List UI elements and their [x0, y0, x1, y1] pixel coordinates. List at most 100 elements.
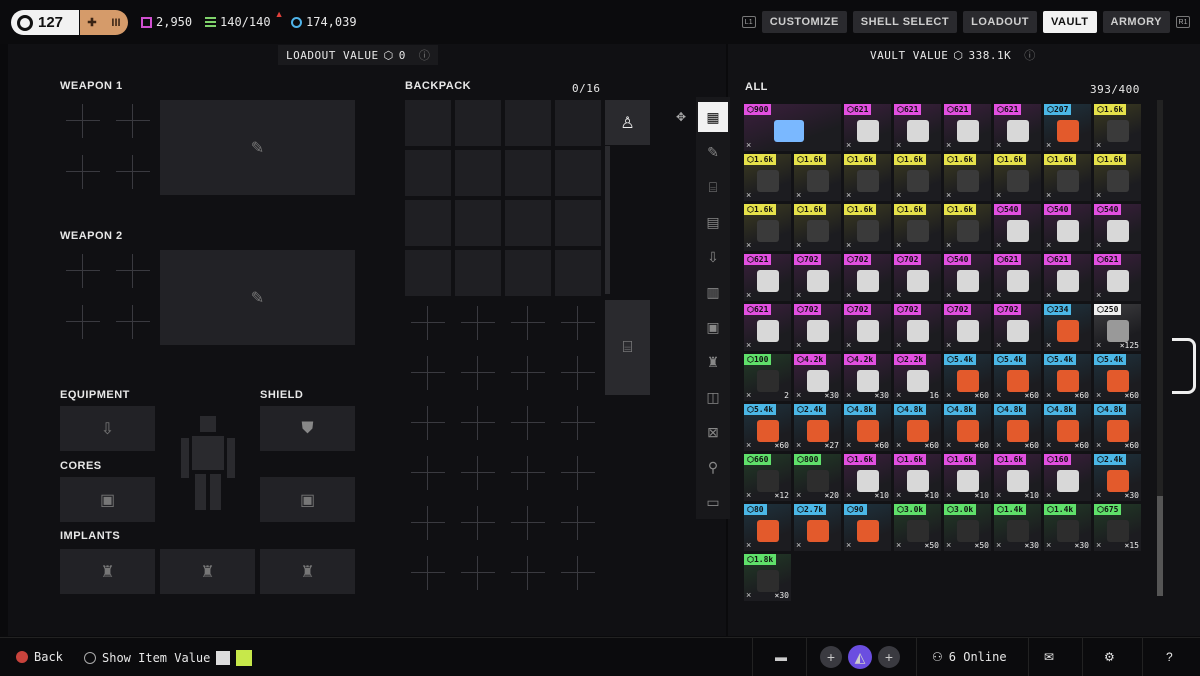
backpack-locked-slot[interactable]: [461, 406, 495, 440]
vault-item[interactable]: ⬡621 ×: [1094, 254, 1141, 301]
vault-item[interactable]: ⬡621 ×: [944, 104, 991, 151]
discard-icon[interactable]: ×: [996, 490, 1001, 500]
backpack-locked-slot[interactable]: [511, 406, 545, 440]
discard-icon[interactable]: ×: [746, 440, 751, 450]
backpack-locked-slot[interactable]: [411, 406, 445, 440]
vault-item[interactable]: ⬡2.4k × ×27: [794, 404, 841, 451]
vault-item[interactable]: ⬡3.0k × ×50: [944, 504, 991, 551]
discard-icon[interactable]: ×: [746, 290, 751, 300]
backpack-locked-slot[interactable]: [511, 356, 545, 390]
backpack-slot[interactable]: [455, 150, 501, 196]
vault-item[interactable]: ⬡702 ×: [844, 304, 891, 351]
discard-icon[interactable]: ×: [1096, 240, 1101, 250]
implant-slot[interactable]: ♜: [260, 549, 355, 594]
backpack-locked-slot[interactable]: [461, 456, 495, 490]
weapon2-attachment-slot[interactable]: [66, 305, 100, 339]
vault-item[interactable]: ⬡207 ×: [1044, 104, 1091, 151]
discard-icon[interactable]: ×: [996, 390, 1001, 400]
vault-item[interactable]: ⬡80 ×: [744, 504, 791, 551]
vault-item[interactable]: ⬡540 ×: [1094, 204, 1141, 251]
core-slot[interactable]: ▣: [60, 477, 155, 522]
discard-icon[interactable]: ×: [1096, 390, 1101, 400]
help-button[interactable]: ?: [1166, 650, 1173, 664]
discard-icon[interactable]: ×: [1046, 440, 1051, 450]
discard-icon[interactable]: ×: [946, 540, 951, 550]
vault-item[interactable]: ⬡540 ×: [994, 204, 1041, 251]
backpack-locked-slot[interactable]: [411, 556, 445, 590]
discard-icon[interactable]: ×: [846, 340, 851, 350]
backpack-locked-slot[interactable]: [461, 306, 495, 340]
backpack-locked-slot[interactable]: [411, 506, 445, 540]
discard-icon[interactable]: ×: [796, 340, 801, 350]
vault-item[interactable]: ⬡1.6k ×: [944, 154, 991, 201]
weapon2-attachment-slot[interactable]: [116, 254, 150, 288]
discard-icon[interactable]: ×: [1096, 190, 1101, 200]
backpack-locked-slot[interactable]: [561, 306, 595, 340]
info-icon[interactable]: ⓘ: [419, 47, 431, 63]
vault-item[interactable]: ⬡4.8k × ×60: [994, 404, 1041, 451]
tab-armory[interactable]: ARMORY: [1102, 11, 1170, 33]
vault-scrollbar[interactable]: [1157, 100, 1163, 596]
backpack-locked-slot[interactable]: [411, 456, 445, 490]
vault-item[interactable]: ⬡1.6k ×: [894, 154, 941, 201]
backpack-locked-slot[interactable]: [561, 456, 595, 490]
tab-loadout[interactable]: LOADOUT: [963, 11, 1037, 33]
vault-item[interactable]: ⬡5.4k × ×60: [994, 354, 1041, 401]
vault-item[interactable]: ⬡1.6k ×: [844, 204, 891, 251]
online-friends[interactable]: ⚇ 6 Online: [932, 650, 1007, 664]
backpack-slot[interactable]: [505, 200, 551, 246]
backpack-slot[interactable]: [555, 250, 601, 296]
vault-item[interactable]: ⬡540 ×: [944, 254, 991, 301]
discard-icon[interactable]: ×: [746, 240, 751, 250]
vault-item[interactable]: ⬡621 ×: [994, 254, 1041, 301]
vault-item[interactable]: ⬡4.8k × ×60: [844, 404, 891, 451]
discard-icon[interactable]: ×: [896, 290, 901, 300]
discard-icon[interactable]: ×: [796, 190, 801, 200]
category-equipment-icon[interactable]: ⇩: [698, 242, 728, 272]
vault-item[interactable]: ⬡4.8k × ×60: [1044, 404, 1091, 451]
tab-vault[interactable]: VAULT: [1042, 11, 1097, 33]
vault-item[interactable]: ⬡90 ×: [844, 504, 891, 551]
vault-item[interactable]: ⬡675 × ×15: [1094, 504, 1141, 551]
backpack-slot[interactable]: [555, 150, 601, 196]
core-slot[interactable]: ▣: [260, 477, 355, 522]
backpack-locked-slot[interactable]: [411, 356, 445, 390]
discard-icon[interactable]: ×: [1046, 540, 1051, 550]
player-avatar[interactable]: ◭: [848, 645, 872, 669]
shield-slot[interactable]: ⛊: [260, 406, 355, 451]
backpack-scrollbar[interactable]: [605, 146, 610, 294]
weapon1-attachment-slot[interactable]: [66, 104, 100, 138]
vault-item[interactable]: ⬡2.2k × 16: [894, 354, 941, 401]
backpack-slot[interactable]: [455, 200, 501, 246]
rank-badge[interactable]: ✚ III: [80, 10, 128, 35]
vault-item[interactable]: ⬡2.4k × ×30: [1094, 454, 1141, 501]
weapon1-attachment-slot[interactable]: [116, 104, 150, 138]
discard-icon[interactable]: ×: [896, 240, 901, 250]
backpack-locked-slot[interactable]: [561, 406, 595, 440]
discard-icon[interactable]: ×: [896, 340, 901, 350]
vault-item[interactable]: ⬡2.7k ×: [794, 504, 841, 551]
discard-icon[interactable]: ×: [996, 440, 1001, 450]
vault-item[interactable]: ⬡4.2k × ×30: [844, 354, 891, 401]
vault-item[interactable]: ⬡5.4k × ×60: [944, 354, 991, 401]
vault-item[interactable]: ⬡1.6k ×: [1094, 154, 1141, 201]
backpack-slot[interactable]: [505, 100, 551, 146]
vault-item[interactable]: ⬡4.8k × ×60: [894, 404, 941, 451]
vault-item[interactable]: ⬡660 × ×12: [744, 454, 791, 501]
discard-icon[interactable]: ×: [996, 340, 1001, 350]
vault-item[interactable]: ⬡702 ×: [794, 254, 841, 301]
discard-icon[interactable]: ×: [896, 190, 901, 200]
discard-icon[interactable]: ×: [846, 540, 851, 550]
discard-icon[interactable]: ×: [1096, 340, 1101, 350]
weapon1-slot[interactable]: ✎: [160, 100, 355, 195]
backpack-locked-slot[interactable]: [461, 506, 495, 540]
category-implants-icon[interactable]: ♜: [698, 347, 728, 377]
vault-item[interactable]: ⬡5.4k × ×60: [1044, 354, 1091, 401]
vault-item[interactable]: ⬡4.8k × ×60: [1094, 404, 1141, 451]
discard-icon[interactable]: ×: [896, 540, 901, 550]
category-containers-icon[interactable]: ⌸: [698, 172, 728, 202]
equipment-slot[interactable]: ⇩: [60, 406, 155, 451]
vault-item[interactable]: ⬡1.6k ×: [744, 204, 791, 251]
vault-item[interactable]: ⬡100 × 2: [744, 354, 791, 401]
category-consumables-icon[interactable]: ▤: [698, 207, 728, 237]
